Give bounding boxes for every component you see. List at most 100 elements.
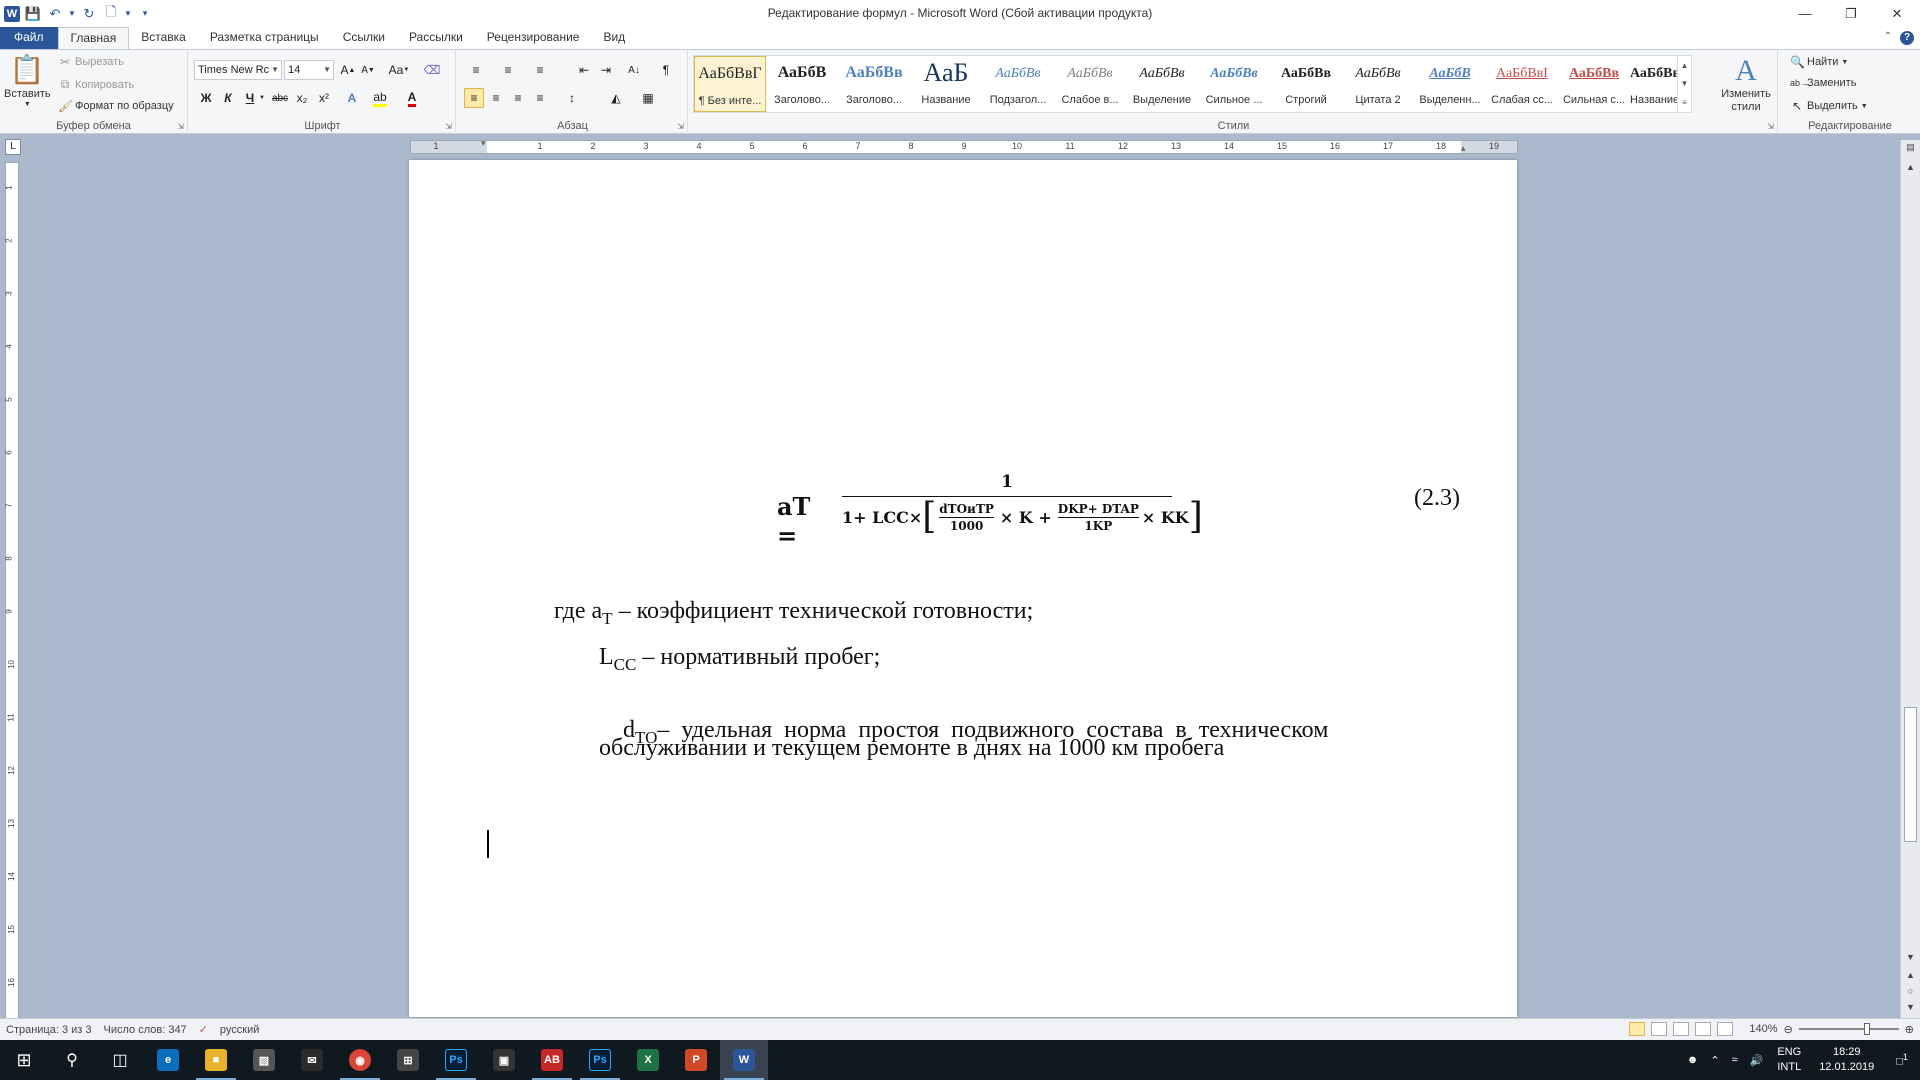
style-item[interactable]: АаБбВвГ ¶ Без инте... (694, 56, 766, 112)
wifi-icon[interactable]: ≈ (1726, 1054, 1744, 1066)
redo-icon[interactable]: ↻ (80, 5, 98, 23)
scroll-down-icon[interactable]: ▼ (1901, 952, 1920, 962)
tab-selector-icon[interactable]: L (5, 139, 21, 155)
font-color-icon[interactable]: A (402, 88, 422, 108)
chevron-down-icon[interactable]: ▼ (68, 5, 76, 23)
highlight-icon[interactable]: ab (370, 88, 390, 108)
right-indent-marker-icon[interactable]: ▴ (1461, 143, 1466, 154)
dialog-launcher-icon[interactable]: ⇲ (677, 122, 684, 131)
bold-button[interactable]: Ж (196, 88, 216, 108)
media-icon[interactable]: ▣ (480, 1040, 528, 1080)
replace-button[interactable]: ab→ Заменить (1790, 77, 1856, 89)
style-item[interactable]: АаБбВ Заголово... (766, 56, 838, 112)
scroll-up-icon[interactable]: ▲ (1681, 61, 1689, 70)
tab-references[interactable]: Ссылки (331, 27, 397, 49)
style-item[interactable]: АаБбВв Сильная с... (1558, 56, 1630, 112)
find-button[interactable]: 🔍 Найти ▼ (1790, 55, 1848, 69)
abbyy-icon[interactable]: AB (528, 1040, 576, 1080)
style-item[interactable]: АаБбВв Слабое в... (1054, 56, 1126, 112)
outline-view-icon[interactable] (1695, 1022, 1712, 1036)
scroll-thumb[interactable] (1904, 707, 1917, 842)
chevron-up-icon[interactable]: ⌃ (1704, 1054, 1725, 1067)
word-logo-icon[interactable]: W (4, 5, 20, 22)
chevron-down-icon[interactable]: ▼ (124, 5, 132, 23)
calculator-icon[interactable]: ⊞ (384, 1040, 432, 1080)
scroll-down-icon[interactable]: ▼ (1681, 79, 1689, 88)
change-case-button[interactable]: Aa ▼ (386, 60, 412, 80)
help-icon[interactable]: ? (1900, 31, 1914, 45)
zoom-out-icon[interactable]: ⊖ (1784, 1023, 1793, 1036)
photoshop-icon[interactable]: Ps (432, 1040, 480, 1080)
style-item[interactable]: АаБбВвІ Слабая сс... (1486, 56, 1558, 112)
chevron-down-icon[interactable]: ▼ (258, 88, 266, 108)
zoom-level[interactable]: 140% (1749, 1023, 1777, 1035)
zoom-slider[interactable] (1798, 1023, 1899, 1035)
language-indicator[interactable]: ENG INTL (1769, 1045, 1809, 1075)
align-left-icon[interactable]: ≡ (464, 88, 484, 108)
excel-icon[interactable]: X (624, 1040, 672, 1080)
chrome-icon[interactable]: ◉ (336, 1040, 384, 1080)
align-center-icon[interactable]: ≡ (486, 88, 506, 108)
customize-qat-icon[interactable]: ▾ (136, 5, 154, 23)
sort-icon[interactable]: A↓ (624, 60, 644, 80)
tab-mailings[interactable]: Рассылки (397, 27, 475, 49)
tab-view[interactable]: Вид (591, 27, 637, 49)
font-size-combo[interactable]: 14 ▼ (284, 60, 334, 80)
align-right-icon[interactable]: ≡ (508, 88, 528, 108)
underline-button[interactable]: Ч (240, 88, 260, 108)
minimize-ribbon-icon[interactable]: ⌃ (1884, 31, 1892, 45)
numbering-icon[interactable]: ≡ (498, 60, 518, 80)
zoom-in-icon[interactable]: ⊕ (1905, 1023, 1914, 1036)
style-item[interactable]: АаБбВв Выделение (1126, 56, 1198, 112)
document-page[interactable]: aT = 1 1+ LCC× [ dTOиTP 1000 × K + DKP+ … (409, 160, 1517, 1017)
text-effects-icon[interactable]: A (342, 88, 362, 108)
more-styles-icon[interactable]: ≡ (1682, 98, 1687, 107)
previous-page-icon[interactable]: ▲ (1901, 970, 1920, 980)
page-count[interactable]: Страница: 3 из 3 (0, 1024, 98, 1036)
word-icon[interactable]: W (720, 1040, 768, 1080)
task-view-icon[interactable]: ◫ (96, 1040, 144, 1080)
dialog-launcher-icon[interactable]: ⇲ (445, 122, 452, 131)
select-button[interactable]: ↖ Выделить ▼ (1790, 99, 1868, 113)
web-layout-icon[interactable] (1673, 1022, 1690, 1036)
grow-font-button[interactable]: A ▲ (338, 60, 358, 80)
save-icon[interactable]: 💾 (24, 5, 42, 23)
font-name-combo[interactable]: Times New Rc ▼ (194, 60, 282, 80)
tab-insert[interactable]: Вставка (129, 27, 198, 49)
search-icon[interactable]: ⚲ (48, 1040, 96, 1080)
paste-button[interactable]: 📋 Вставить ▼ (4, 53, 51, 108)
file-explorer-icon[interactable]: ■ (192, 1040, 240, 1080)
clear-formatting-icon[interactable]: ⌫ (422, 60, 442, 80)
superscript-button[interactable]: x² (314, 88, 334, 108)
next-page-icon[interactable]: ▼ (1901, 1002, 1920, 1012)
copy-button[interactable]: ⧉ Копировать (58, 77, 135, 92)
browse-object-icon[interactable]: ○ (1901, 986, 1920, 996)
borders-icon[interactable]: ▦ (638, 88, 658, 108)
ruler-toggle-icon[interactable]: ▤ (1901, 142, 1920, 153)
print-layout-icon[interactable] (1629, 1022, 1646, 1036)
style-item[interactable]: АаБбВв Подзагол... (982, 56, 1054, 112)
word-count[interactable]: Число слов: 347 (98, 1024, 193, 1036)
decrease-indent-icon[interactable]: ⇤ (574, 60, 594, 80)
style-item[interactable]: АаБ Название (910, 56, 982, 112)
multilevel-list-icon[interactable]: ≡ (530, 60, 550, 80)
draft-view-icon[interactable] (1717, 1022, 1734, 1036)
photoshop-icon-2[interactable]: Ps (576, 1040, 624, 1080)
restore-button[interactable]: ❐ (1828, 0, 1874, 27)
increase-indent-icon[interactable]: ⇥ (596, 60, 616, 80)
indent-marker-icon[interactable]: ▾ (481, 138, 486, 149)
vertical-scrollbar[interactable]: ▤ ▲ ▼ ▲ ○ ▼ (1900, 140, 1920, 1025)
show-formatting-icon[interactable]: ¶ (656, 60, 676, 80)
bullets-icon[interactable]: ≡ (466, 60, 486, 80)
style-item[interactable]: АаБбВв Заголово... (838, 56, 910, 112)
mail-icon[interactable]: ✉ (288, 1040, 336, 1080)
style-item[interactable]: АаБбВвНазвание... (1630, 56, 1678, 112)
zoom-slider-knob[interactable] (1863, 1023, 1870, 1035)
volume-icon[interactable]: 🔊 (1744, 1054, 1770, 1067)
start-icon[interactable]: ⊞ (0, 1040, 48, 1080)
close-button[interactable]: ✕ (1874, 0, 1920, 27)
italic-button[interactable]: К (218, 88, 238, 108)
shrink-font-button[interactable]: A ▼ (358, 60, 378, 80)
cut-button[interactable]: ✂ Вырезать (58, 55, 124, 69)
tab-review[interactable]: Рецензирование (475, 27, 592, 49)
